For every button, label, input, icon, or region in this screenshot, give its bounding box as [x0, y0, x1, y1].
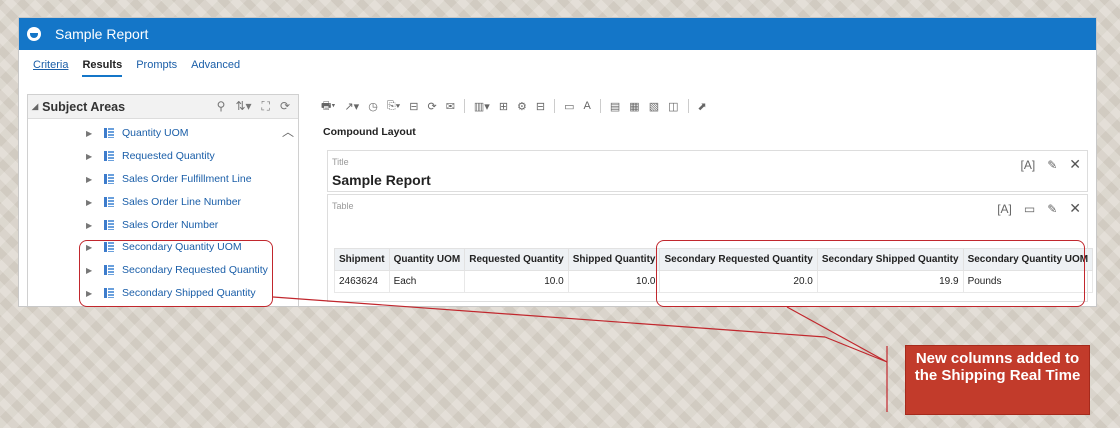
title-bar: Sample Report — [19, 18, 1096, 50]
subject-areas-title: Subject Areas — [42, 99, 126, 114]
xyz-icon[interactable]: ▭ — [564, 100, 574, 113]
column-header[interactable]: Shipment — [334, 248, 390, 271]
tab-prompts[interactable]: Prompts — [136, 57, 177, 73]
edit-pencil-icon[interactable]: ✎ — [1047, 202, 1057, 216]
export-icon[interactable]: ↗▾ — [344, 100, 359, 113]
table-cell: 10.0 — [567, 270, 661, 293]
filters-icon[interactable]: ▦ — [629, 100, 639, 113]
print-icon[interactable]: 🖶▾ — [321, 97, 335, 116]
results-toolbar: 🖶▾ ↗▾ ◷ ⎘▾ ⊟ ⟳ ✉ ▥▾ ⊞ ⚙ ⊟ ▭ A ▤ ▦ ▧ ◫ ⬈ — [315, 94, 1096, 118]
column-icon — [104, 174, 114, 184]
editor-tabs: Criteria Results Prompts Advanced — [19, 50, 1096, 80]
column-header[interactable]: Shipped Quantity — [567, 248, 661, 271]
expand-arrow-icon[interactable]: ▶ — [86, 221, 104, 230]
highlight-new-columns-table — [656, 240, 1085, 307]
new-view-icon[interactable]: ▥▾ — [474, 100, 490, 113]
list-item[interactable]: ▶ Requested Quantity — [86, 146, 215, 166]
subject-areas-header: ◢ Subject Areas ⚲ ⇅▾ ⛶ ⟳ — [28, 95, 298, 119]
list-item[interactable]: ▶ Sales Order Line Number — [86, 192, 241, 212]
tab-criteria[interactable]: Criteria — [33, 57, 68, 73]
tab-results[interactable]: Results — [82, 57, 122, 77]
edit-pencil-icon[interactable]: ✎ — [1047, 158, 1057, 172]
column-icon — [104, 197, 114, 207]
close-icon[interactable]: ✕ — [1069, 156, 1081, 173]
edit-view-icon[interactable]: ⚙ — [517, 100, 527, 113]
column-icon — [104, 128, 114, 138]
layout-icon[interactable]: ◫ — [668, 100, 678, 113]
schedule-icon[interactable]: ◷ — [368, 100, 378, 113]
text-icon[interactable]: A — [584, 100, 591, 112]
report-title-text: Sample Report — [332, 172, 431, 188]
column-header[interactable]: Quantity UOM — [388, 248, 466, 271]
table-cell: Each — [388, 270, 466, 293]
refresh-icon[interactable]: ⟳ — [280, 99, 290, 114]
expand-arrow-icon[interactable]: ▶ — [86, 175, 104, 184]
column-icon — [104, 220, 114, 230]
properties-icon[interactable]: ▤ — [610, 100, 620, 113]
table-cell: 2463624 — [334, 270, 390, 293]
xyz-icon[interactable]: ▭ — [1024, 202, 1035, 216]
highlight-new-columns-tree — [79, 240, 273, 307]
scroll-up-icon[interactable]: ︿ — [282, 123, 294, 140]
mail-icon[interactable]: ✉ — [446, 100, 455, 113]
app-logo-icon — [27, 27, 41, 41]
expand-all-icon[interactable]: ⛶ — [262, 99, 270, 114]
copy-icon[interactable]: ⎘▾ — [387, 100, 400, 113]
compound-layout-label: Compound Layout — [323, 126, 416, 138]
title-view-label: Title — [332, 157, 349, 167]
list-item[interactable]: ▶ Sales Order Number — [86, 215, 218, 235]
selection-icon[interactable]: ▧ — [649, 100, 659, 113]
close-icon[interactable]: ✕ — [1069, 200, 1081, 217]
expand-arrow-icon[interactable]: ▶ — [86, 152, 104, 161]
list-item[interactable]: ▶ Quantity UOM — [86, 123, 189, 143]
format-text-icon[interactable]: [A] — [997, 202, 1012, 216]
chart-icon[interactable]: ⬈ — [698, 100, 707, 113]
tab-advanced[interactable]: Advanced — [191, 57, 240, 73]
list-item[interactable]: ▶ Sales Order Fulfillment Line — [86, 169, 252, 189]
search-icon[interactable]: ⚲ — [217, 99, 226, 114]
sort-icon[interactable]: ⇅▾ — [235, 99, 251, 114]
expand-arrow-icon[interactable]: ▶ — [86, 129, 104, 138]
format-text-icon[interactable]: [A] — [1021, 158, 1036, 172]
table-icon[interactable]: ⊟ — [536, 100, 545, 113]
expand-arrow-icon[interactable]: ▶ — [86, 198, 104, 207]
collapse-triangle-icon[interactable]: ◢ — [32, 102, 38, 111]
window-title: Sample Report — [55, 26, 149, 42]
column-header[interactable]: Requested Quantity — [464, 248, 569, 271]
view-icon[interactable]: ⊞ — [499, 100, 508, 113]
preview-icon[interactable]: ⊟ — [409, 100, 418, 113]
table-view-label: Table — [332, 201, 354, 211]
column-icon — [104, 151, 114, 161]
table-cell: 10.0 — [464, 270, 569, 293]
title-view-panel: Title [A] ✎ ✕ Sample Report — [327, 150, 1088, 192]
refresh-results-icon[interactable]: ⟳ — [427, 100, 436, 113]
callout-box: New columns added to the Shipping Real T… — [905, 345, 1090, 415]
